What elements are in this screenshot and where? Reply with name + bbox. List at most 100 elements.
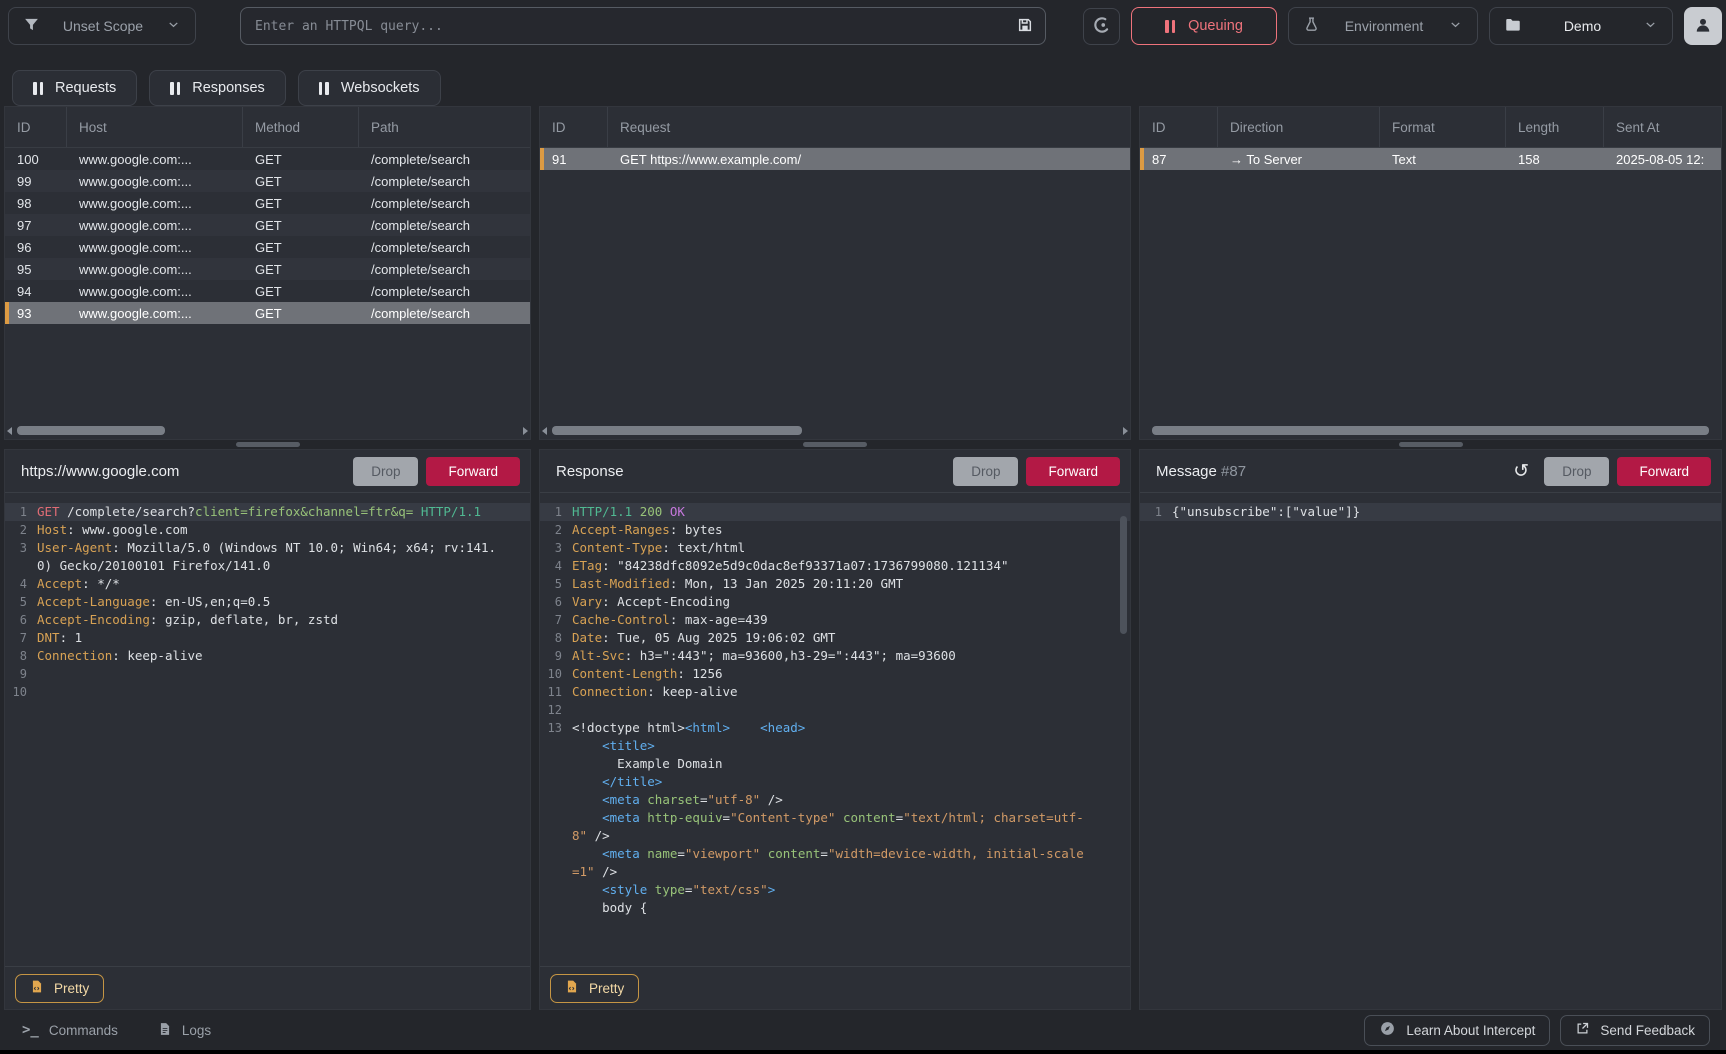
chevron-down-icon (1448, 17, 1463, 35)
drop-button[interactable]: Drop (353, 457, 418, 486)
caido-logo-button[interactable] (1083, 8, 1120, 45)
table-row[interactable]: 94www.google.com:...GET/complete/search (5, 280, 530, 302)
httpql-query-input[interactable] (253, 18, 1017, 35)
scroll-left-arrow[interactable] (7, 427, 12, 435)
code-line: 1{"unsubscribe":["value"]} (1140, 503, 1721, 521)
send-feedback-button[interactable]: Send Feedback (1560, 1015, 1710, 1046)
logs-button[interactable]: Logs (152, 1020, 217, 1041)
code-text: HTTP/1.1 200 OK (572, 503, 1130, 521)
table-row[interactable]: 87→ To ServerText1582025-08-05 12: (1140, 148, 1721, 170)
requests-table: IDHostMethodPath100www.google.com:...GET… (5, 107, 530, 324)
pretty-toggle[interactable]: Pretty (15, 974, 104, 1003)
code-text: <style type="text/css"> (572, 881, 1130, 899)
commands-button[interactable]: >_ Commands (16, 1021, 124, 1039)
environment-selector[interactable]: Environment (1288, 7, 1478, 45)
project-selector[interactable]: Demo (1489, 7, 1673, 45)
requests-table-panel: IDHostMethodPath100www.google.com:...GET… (4, 106, 531, 440)
learn-about-intercept-button[interactable]: Learn About Intercept (1364, 1015, 1550, 1046)
line-number: 6 (540, 593, 572, 611)
table-row[interactable]: 91GET https://www.example.com/ (540, 148, 1130, 170)
scrollbar-thumb[interactable] (1120, 516, 1127, 634)
line-number: 9 (540, 647, 572, 665)
code-line: <title> (540, 737, 1130, 755)
request-editor[interactable]: 1GET /complete/search?client=firefox&cha… (5, 494, 530, 967)
code-text: <meta name="viewport" content="width=dev… (572, 845, 1130, 863)
table-cell: 96 (5, 240, 67, 255)
table-cell: GET (243, 174, 359, 189)
filter-icon (23, 16, 40, 36)
resize-handle[interactable] (236, 442, 300, 447)
code-line: 5Last-Modified: Mon, 13 Jan 2025 20:11:2… (540, 575, 1130, 593)
line-number: 9 (5, 665, 37, 683)
save-icon[interactable] (1017, 17, 1033, 36)
drop-button[interactable]: Drop (953, 457, 1018, 486)
scroll-right-arrow[interactable] (523, 427, 528, 435)
request-panel-header: https://www.google.com Drop Forward (5, 450, 530, 493)
queuing-button[interactable]: Queuing (1131, 7, 1277, 45)
resize-handle[interactable] (803, 442, 867, 447)
code-line: 10 (5, 683, 530, 701)
table-row[interactable]: 95www.google.com:...GET/complete/search (5, 258, 530, 280)
message-panel: Message #87 ↺ Drop Forward 1{"unsubscrib… (1139, 449, 1722, 1010)
code-text: Last-Modified: Mon, 13 Jan 2025 20:11:20… (572, 575, 1130, 593)
tab-requests[interactable]: Requests (12, 70, 137, 106)
account-button[interactable] (1684, 7, 1722, 45)
code-line: <meta http-equiv="Content-type" content=… (540, 809, 1130, 827)
line-number: 4 (540, 557, 572, 575)
scroll-right-arrow[interactable] (1123, 427, 1128, 435)
caido-intercept-app: Unset Scope Queuing (0, 0, 1726, 1054)
code-text: 0) Gecko/20100101 Firefox/141.0 (37, 557, 530, 575)
code-text (572, 701, 1130, 719)
column-header: ID (1140, 107, 1218, 147)
table-row[interactable]: 93www.google.com:...GET/complete/search (5, 302, 530, 324)
line-number: 2 (5, 521, 37, 539)
commands-label: Commands (49, 1023, 118, 1038)
forward-button[interactable]: Forward (1617, 457, 1711, 486)
request-url-title: https://www.google.com (21, 463, 345, 480)
table-cell: 158 (1506, 152, 1604, 167)
undo-button[interactable]: ↺ (1506, 456, 1536, 486)
table-row[interactable]: 99www.google.com:...GET/complete/search (5, 170, 530, 192)
statusbar-right: Learn About Intercept Send Feedback (1364, 1015, 1710, 1046)
line-number: 6 (5, 611, 37, 629)
scroll-left-arrow[interactable] (542, 427, 547, 435)
code-line: 3Content-Type: text/html (540, 539, 1130, 557)
forward-button[interactable]: Forward (1026, 457, 1120, 486)
response-editor[interactable]: 1HTTP/1.1 200 OK2Accept-Ranges: bytes3Co… (540, 494, 1130, 967)
drop-button[interactable]: Drop (1544, 457, 1609, 486)
line-number: 2 (540, 521, 572, 539)
requests-table-hscrollbar[interactable] (9, 425, 526, 436)
resize-handle[interactable] (1399, 442, 1463, 447)
table-row[interactable]: 97www.google.com:...GET/complete/search (5, 214, 530, 236)
table-cell: www.google.com:... (67, 174, 243, 189)
scrollbar-thumb[interactable] (552, 426, 802, 435)
user-icon (1693, 15, 1713, 38)
scrollbar-thumb[interactable] (17, 426, 165, 435)
messages-table-hscrollbar[interactable] (1144, 425, 1717, 436)
queue-table-hscrollbar[interactable] (544, 425, 1126, 436)
queue-table: IDRequest91GET https://www.example.com/ (540, 107, 1130, 170)
table-cell: Text (1380, 152, 1506, 167)
table-row[interactable]: 98www.google.com:...GET/complete/search (5, 192, 530, 214)
table-row[interactable]: 96www.google.com:...GET/complete/search (5, 236, 530, 258)
line-number: 1 (540, 503, 572, 521)
folder-icon (1504, 16, 1522, 37)
code-line: 6Vary: Accept-Encoding (540, 593, 1130, 611)
table-row[interactable]: 100www.google.com:...GET/complete/search (5, 148, 530, 170)
pretty-toggle[interactable]: Pretty (550, 974, 639, 1003)
code-text: Vary: Accept-Encoding (572, 593, 1130, 611)
scope-selector[interactable]: Unset Scope (8, 7, 196, 45)
forward-button[interactable]: Forward (426, 457, 520, 486)
code-text: Connection: keep-alive (572, 683, 1130, 701)
tab-websockets[interactable]: Websockets (298, 70, 441, 106)
tab-responses[interactable]: Responses (149, 70, 286, 106)
table-cell: /complete/search (359, 262, 530, 277)
line-number: 12 (540, 701, 572, 719)
code-line: <meta name="viewport" content="width=dev… (540, 845, 1130, 863)
file-code-icon (30, 979, 44, 997)
message-editor[interactable]: 1{"unsubscribe":["value"]} (1140, 494, 1721, 1009)
table-cell: www.google.com:... (67, 218, 243, 233)
code-text: GET /complete/search?client=firefox&chan… (37, 503, 530, 521)
code-line: 4Accept: */* (5, 575, 530, 593)
scrollbar-thumb[interactable] (1152, 426, 1709, 435)
